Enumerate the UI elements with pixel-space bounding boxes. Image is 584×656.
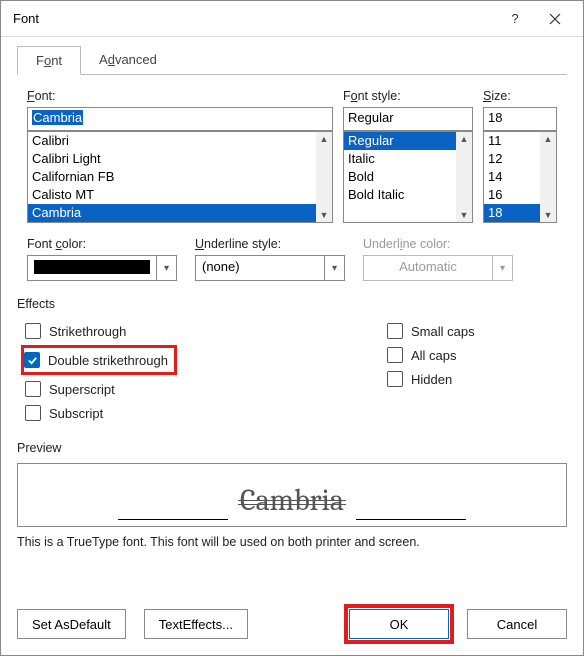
checkbox-label: Small caps [411, 324, 475, 339]
list-item[interactable]: Regular [344, 132, 456, 150]
tab-font[interactable]: Font [17, 46, 81, 75]
list-item[interactable]: Bold Italic [344, 186, 456, 204]
dialog-footer: Set As Default Text Effects... OK Cancel [1, 593, 583, 655]
checkbox-label: Subscript [49, 406, 103, 421]
text-effects-button[interactable]: Text Effects... [144, 609, 248, 639]
scrollbar[interactable]: ▲▼ [316, 132, 332, 222]
list-item[interactable]: Cambria [28, 204, 316, 222]
font-color-label: Font color: [27, 237, 177, 251]
list-item[interactable]: 11 [484, 132, 540, 150]
checkbox-subscript[interactable]: Subscript [25, 401, 387, 425]
underline-style-label: Underline style: [195, 237, 345, 251]
checkbox-small-caps[interactable]: Small caps [387, 319, 567, 343]
window-title: Font [13, 11, 495, 26]
font-color-dropdown[interactable]: ▾ [27, 255, 177, 281]
chevron-down-icon: ▾ [157, 255, 177, 281]
checkbox-label: Superscript [49, 382, 115, 397]
font-label: Font: [27, 89, 333, 103]
underline-style-dropdown[interactable]: (none) ▾ [195, 255, 345, 281]
size-input[interactable]: 18 [483, 107, 557, 131]
checkbox-strikethrough[interactable]: Strikethrough [25, 319, 387, 343]
checkbox-box [25, 405, 41, 421]
help-button[interactable]: ? [495, 3, 535, 35]
checkbox-box [387, 371, 403, 387]
preview-rule [118, 519, 228, 520]
font-listbox[interactable]: CalibriCalibri LightCalifornian FBCalist… [27, 131, 333, 223]
checkbox-superscript[interactable]: Superscript [25, 377, 387, 401]
checkbox-box [387, 347, 403, 363]
preview-rule [356, 519, 466, 520]
titlebar: Font ? [1, 1, 583, 37]
list-item[interactable]: 14 [484, 168, 540, 186]
checkbox-box [387, 323, 403, 339]
list-item[interactable]: Calibri Light [28, 150, 316, 168]
chevron-down-icon: ▾ [325, 255, 345, 281]
checkbox-label: All caps [411, 348, 457, 363]
effects-title: Effects [17, 297, 567, 311]
underline-color-dropdown: Automatic ▾ [363, 255, 513, 281]
font-style-input[interactable]: Regular [343, 107, 473, 131]
preview-sample: Cambria [238, 483, 346, 520]
list-item[interactable]: Californian FB [28, 168, 316, 186]
checkbox-box [25, 381, 41, 397]
highlight-annotation: Double strikethrough [21, 345, 177, 375]
preview-title: Preview [17, 441, 567, 455]
list-item[interactable]: Calisto MT [28, 186, 316, 204]
tab-strip: Font Advanced [17, 45, 567, 75]
underline-color-label: Underline color: [363, 237, 513, 251]
close-button[interactable] [535, 3, 575, 35]
list-item[interactable]: 16 [484, 186, 540, 204]
scrollbar[interactable]: ▲▼ [540, 132, 556, 222]
list-item[interactable]: Bold [344, 168, 456, 186]
checkbox-all-caps[interactable]: All caps [387, 343, 567, 367]
checkbox-label: Strikethrough [49, 324, 126, 339]
cancel-button[interactable]: Cancel [467, 609, 567, 639]
list-item[interactable]: Italic [344, 150, 456, 168]
checkbox-box [25, 323, 41, 339]
font-style-listbox[interactable]: RegularItalicBoldBold Italic ▲▼ [343, 131, 473, 223]
checkbox-double-strikethrough[interactable]: Double strikethrough [24, 348, 168, 372]
list-item[interactable]: Calibri [28, 132, 316, 150]
preview-hint: This is a TrueType font. This font will … [17, 535, 567, 549]
font-dialog: Font ? Font Advanced Font: Cambria Calib… [0, 0, 584, 656]
font-input[interactable]: Cambria [27, 107, 333, 131]
preview-box: Cambria [17, 463, 567, 527]
ok-button[interactable]: OK [349, 609, 449, 639]
font-style-label: Font style: [343, 89, 473, 103]
chevron-down-icon: ▾ [493, 255, 513, 281]
list-item[interactable]: 12 [484, 150, 540, 168]
font-color-swatch [34, 260, 150, 274]
checkbox-label: Hidden [411, 372, 452, 387]
checkbox-label: Double strikethrough [48, 353, 168, 368]
set-as-default-button[interactable]: Set As Default [17, 609, 126, 639]
size-label: Size: [483, 89, 557, 103]
scrollbar[interactable]: ▲▼ [456, 132, 472, 222]
checkbox-box [24, 352, 40, 368]
size-listbox[interactable]: 1112141618 ▲▼ [483, 131, 557, 223]
checkbox-hidden[interactable]: Hidden [387, 367, 567, 391]
list-item[interactable]: 18 [484, 204, 540, 222]
tab-advanced[interactable]: Advanced [81, 46, 175, 75]
